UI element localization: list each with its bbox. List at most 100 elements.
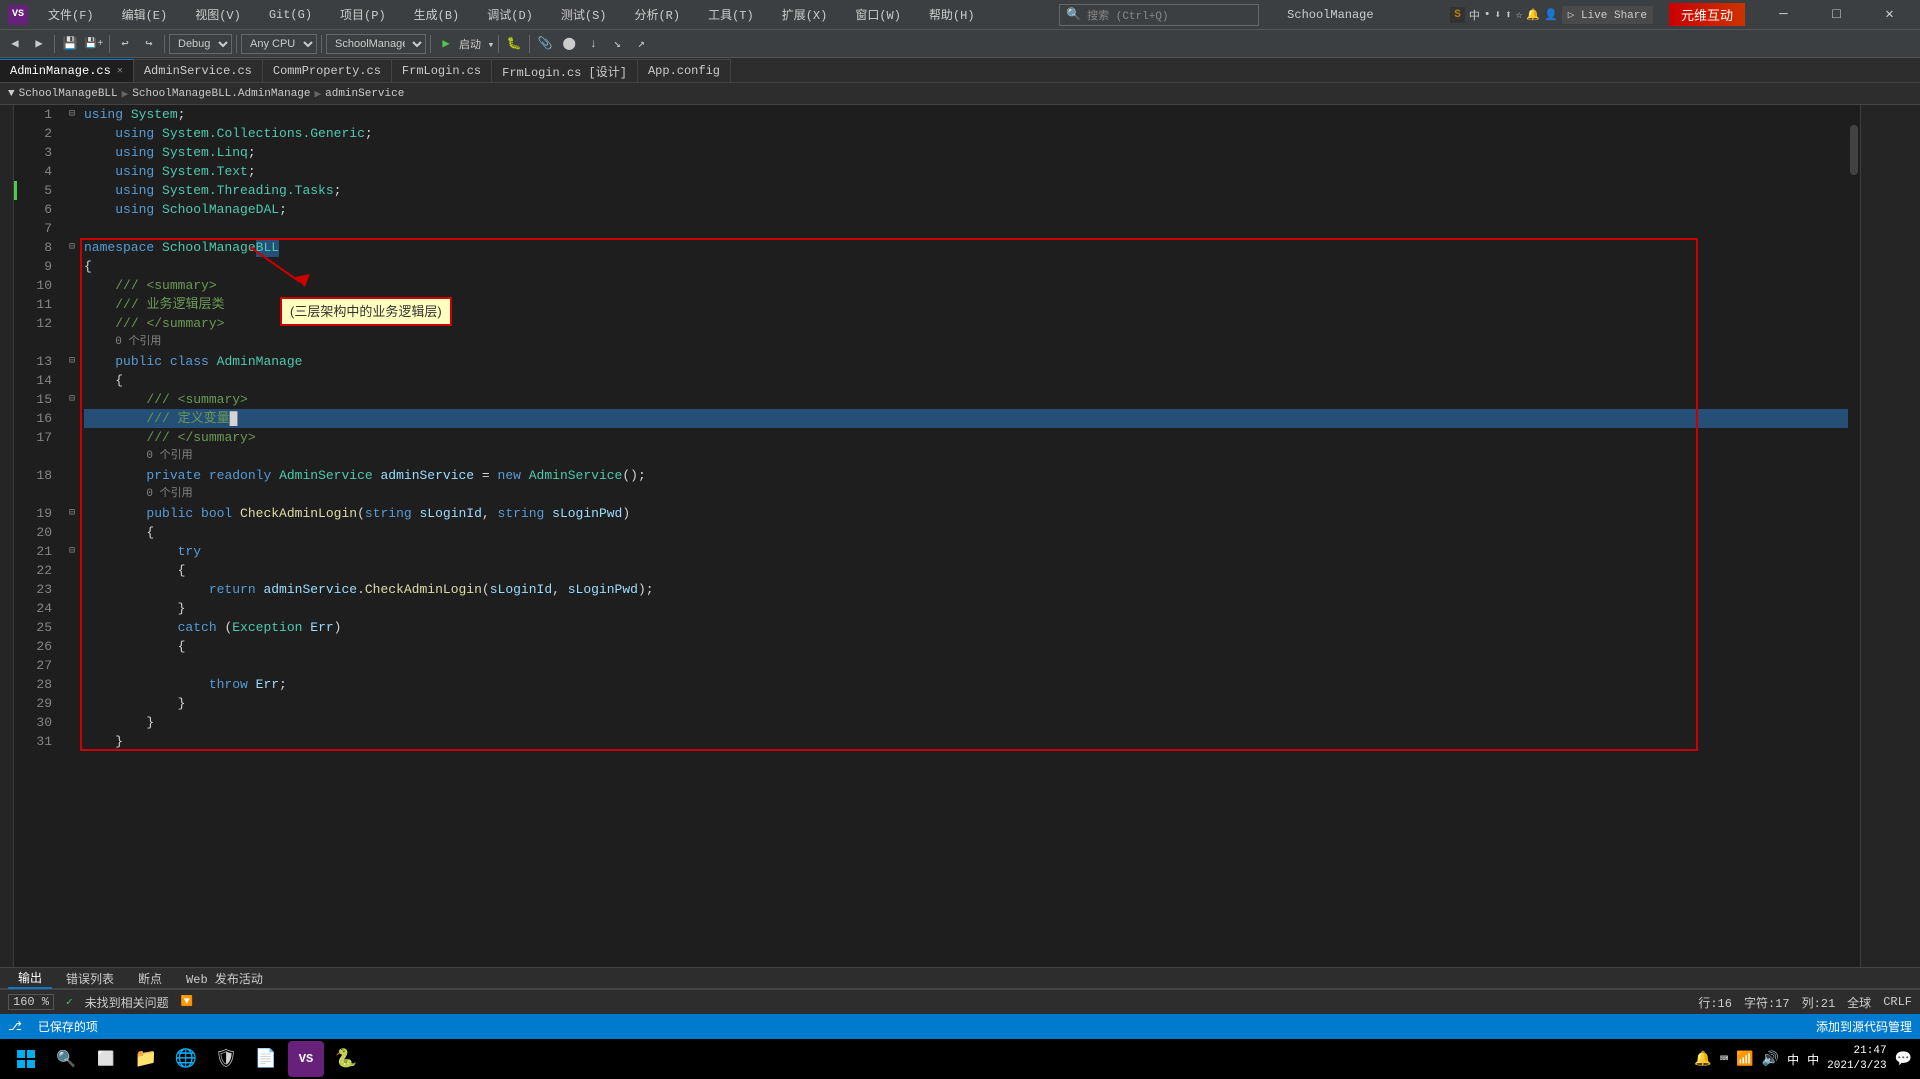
path-left[interactable]: SchoolManageBLL <box>19 88 118 100</box>
token: = <box>482 466 498 485</box>
menu-file[interactable]: 文件(F) <box>40 4 102 26</box>
tab-close-admin[interactable]: ✕ <box>117 65 123 77</box>
platform-dropdown[interactable]: Any CPU <box>241 34 317 54</box>
start-button[interactable] <box>8 1041 44 1077</box>
tab-app-config[interactable]: App.config <box>638 59 731 82</box>
taskbar-right: 🔔 ⌨ 📶 🔊 中 中 21:47 2021/3/23 💬 <box>1694 1044 1912 1075</box>
save-all-btn[interactable]: 💾+ <box>83 33 105 55</box>
notification-btn[interactable]: 💬 <box>1895 1051 1912 1068</box>
fold-7[interactable]: ⊟ <box>64 238 80 257</box>
word-icon[interactable]: 📄 <box>248 1041 284 1077</box>
step-over-btn[interactable]: ↓ <box>582 33 604 55</box>
tab-comm-property[interactable]: CommProperty.cs <box>263 59 392 82</box>
token: { <box>178 637 186 656</box>
browser-icon[interactable]: 🌐 <box>168 1041 204 1077</box>
back-btn[interactable]: ◀ <box>4 33 26 55</box>
close-button[interactable]: ✕ <box>1867 0 1912 30</box>
menu-window[interactable]: 窗口(W) <box>847 4 909 26</box>
live-share-btn[interactable]: ▷ Live Share <box>1562 6 1653 24</box>
menu-view[interactable]: 视图(V) <box>187 4 249 26</box>
token: 定义变量 <box>178 409 230 428</box>
fold-23[interactable]: ⊟ <box>64 542 80 561</box>
antivirus-icon[interactable]: 🛡 <box>208 1041 244 1077</box>
python-icon[interactable]: 🐍 <box>328 1041 364 1077</box>
step-out-btn[interactable]: ↗ <box>630 33 652 55</box>
vertical-scrollbar[interactable] <box>1848 105 1860 967</box>
menu-project[interactable]: 项目(P) <box>332 4 394 26</box>
step-into-btn[interactable]: ↘ <box>606 33 628 55</box>
fold-15[interactable]: ⊟ <box>64 390 80 409</box>
vs-taskbar-icon[interactable]: VS <box>288 1041 324 1077</box>
line-num-16: 16 <box>14 409 58 428</box>
token: using <box>115 181 162 200</box>
tab-comm-property-label: CommProperty.cs <box>273 64 381 78</box>
output-tab-webpublish[interactable]: Web 发布活动 <box>176 967 273 989</box>
token: /// <box>146 390 177 409</box>
line-num-24: 24 <box>14 599 58 618</box>
token: sLoginPwd <box>552 504 622 523</box>
output-tab-errors[interactable]: 错误列表 <box>56 967 124 989</box>
indent-20 <box>84 485 146 504</box>
explorer-icon[interactable]: 📁 <box>128 1041 164 1077</box>
search-bar[interactable]: 🔍 搜索 (Ctrl+Q) <box>1059 4 1259 26</box>
config-dropdown[interactable]: Debug <box>169 34 232 54</box>
menu-tools[interactable]: 工具(T) <box>700 4 762 26</box>
path-middle[interactable]: SchoolManageBLL.AdminManage <box>132 88 310 100</box>
undo-btn[interactable]: ↩ <box>114 33 136 55</box>
menu-test[interactable]: 测试(S) <box>553 4 615 26</box>
title-bar: VS 文件(F) 编辑(E) 视图(V) Git(G) 项目(P) 生成(B) … <box>0 0 1920 30</box>
line-num-4: 4 <box>14 162 58 181</box>
maximize-button[interactable]: □ <box>1814 0 1859 30</box>
fold-13[interactable]: ⊟ <box>64 352 80 371</box>
indent-26 <box>84 599 178 618</box>
minimize-button[interactable]: ─ <box>1761 0 1806 30</box>
code-line-30: throw Err; <box>84 675 1848 694</box>
menu-extensions[interactable]: 扩展(X) <box>774 4 836 26</box>
fold-2 <box>64 143 80 162</box>
zoom-level[interactable]: 160 % <box>8 994 54 1010</box>
tab-admin-service[interactable]: AdminService.cs <box>134 59 263 82</box>
output-tab-output[interactable]: 输出 <box>8 967 52 989</box>
fold-0[interactable]: ⊟ <box>64 105 80 124</box>
keyboard-icon: ⌨ <box>1720 1051 1728 1068</box>
menu-git[interactable]: Git(G) <box>261 4 320 26</box>
menu-help[interactable]: 帮助(H) <box>921 4 983 26</box>
search-taskbar[interactable]: 🔍 <box>48 1041 84 1077</box>
code-content[interactable]: using System; using System.Collections.G… <box>80 105 1848 967</box>
tab-frm-login-design[interactable]: FrmLogin.cs [设计] <box>492 59 638 82</box>
token: adminService <box>263 580 357 599</box>
tab-admin-manage[interactable]: AdminManage.cs ✕ <box>0 59 134 82</box>
scrollbar-thumb[interactable] <box>1850 125 1858 175</box>
fold-indicators[interactable]: ⊟ ⊟ ⊟ ⊟ ⊟ ⊟ <box>64 105 80 967</box>
fold-21[interactable]: ⊟ <box>64 504 80 523</box>
forward-btn[interactable]: ▶ <box>28 33 50 55</box>
line-num-11: 11 <box>14 295 58 314</box>
speaker-icon: 🔊 <box>1762 1051 1779 1068</box>
menu-edit[interactable]: 编辑(E) <box>114 4 176 26</box>
path-right[interactable]: adminService <box>325 88 404 100</box>
redo-btn[interactable]: ↪ <box>138 33 160 55</box>
token: 0 个引用 <box>115 333 161 352</box>
attach-btn[interactable]: 📎 <box>534 33 556 55</box>
menu-build[interactable]: 生成(B) <box>406 4 468 26</box>
indent-12 <box>84 333 115 352</box>
line-num-10: 10 <box>14 276 58 295</box>
debug-btn[interactable]: 🐛 <box>503 33 525 55</box>
save-btn[interactable]: 💾 <box>59 33 81 55</box>
title-bar-right: S 中 • ⬇ ⬆ ☆ 🔔 👤 ▷ Live Share 元维互动 ─ □ ✕ <box>1450 0 1912 30</box>
indent-31 <box>84 694 178 713</box>
taskview-btn[interactable]: ⬜ <box>88 1041 124 1077</box>
breakpoint-btn[interactable]: ⬤ <box>558 33 580 55</box>
tab-frm-login[interactable]: FrmLogin.cs <box>392 59 492 82</box>
encoding-indicator: 全球 <box>1847 994 1871 1011</box>
add-to-source[interactable]: 添加到源代码管理 <box>1816 1018 1912 1035</box>
run-btn[interactable]: ▶ <box>435 33 457 55</box>
search-input[interactable]: 搜索 (Ctrl+Q) <box>1087 7 1168 23</box>
output-tab-breakpoints[interactable]: 断点 <box>128 967 172 989</box>
code-line-22: { <box>84 523 1848 542</box>
menu-analyze[interactable]: 分析(R) <box>626 4 688 26</box>
project-dropdown[interactable]: SchoolManage <box>326 34 426 54</box>
menu-debug[interactable]: 调试(D) <box>479 4 541 26</box>
token: { <box>178 561 186 580</box>
token: using <box>115 124 162 143</box>
